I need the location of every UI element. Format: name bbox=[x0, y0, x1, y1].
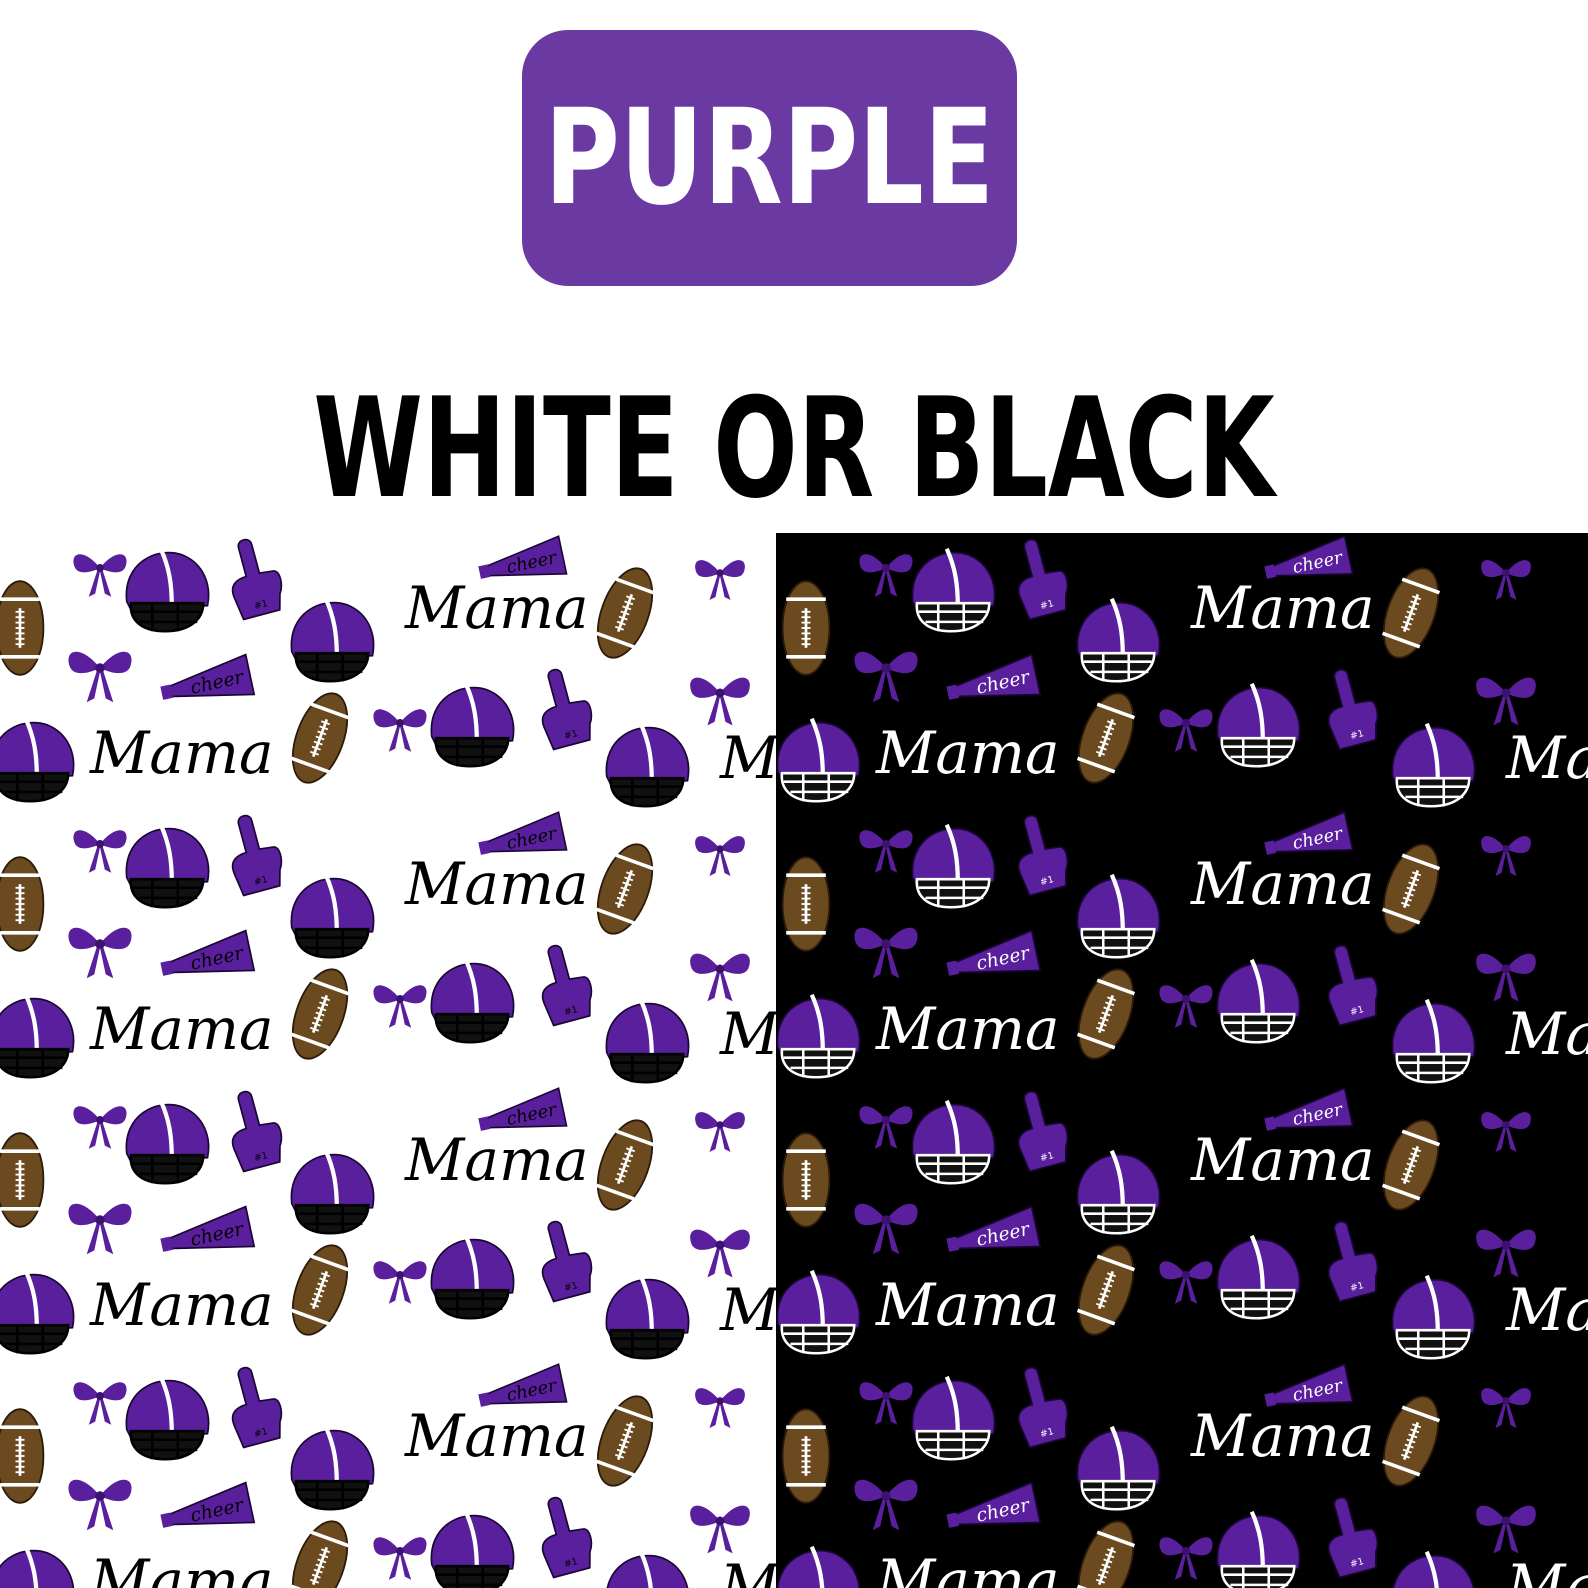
football-icon bbox=[0, 580, 45, 676]
white-pattern: #1MamacheerMama#1cheerMama#1MamacheerMam… bbox=[0, 533, 776, 1588]
football-icon bbox=[781, 580, 831, 676]
mama-word: Mama bbox=[875, 719, 1060, 787]
mama-word: Mama bbox=[1190, 1126, 1375, 1194]
mama-word: Mama bbox=[1505, 1276, 1588, 1344]
color-badge: PURPLE bbox=[522, 30, 1017, 286]
football-icon bbox=[781, 1132, 831, 1228]
mama-word: Mama bbox=[875, 995, 1060, 1063]
mama-word: Mama bbox=[719, 1000, 776, 1068]
black-pattern: #1MamacheerMama#1cheerMama#1MamacheerMam… bbox=[776, 533, 1588, 1588]
football-icon bbox=[781, 856, 831, 952]
mama-word: Mama bbox=[1190, 574, 1375, 642]
mama-word: Mama bbox=[404, 1402, 589, 1470]
mama-word: Mama bbox=[1505, 1552, 1588, 1588]
mama-word: Mama bbox=[719, 724, 776, 792]
mama-word: Mama bbox=[719, 1276, 776, 1344]
mama-word: Mama bbox=[1505, 1000, 1588, 1068]
football-icon bbox=[0, 1408, 45, 1504]
mama-word: Mama bbox=[875, 1547, 1060, 1588]
mama-word: Mama bbox=[89, 995, 274, 1063]
white-fabric-swatch: #1MamacheerMama#1cheerMama#1MamacheerMam… bbox=[0, 533, 776, 1588]
mama-word: Mama bbox=[89, 719, 274, 787]
black-fabric-swatch: #1MamacheerMama#1cheerMama#1MamacheerMam… bbox=[776, 533, 1588, 1588]
mama-word: Mama bbox=[1190, 850, 1375, 918]
mama-word: Mama bbox=[89, 1547, 274, 1588]
football-icon bbox=[781, 1408, 831, 1504]
mama-word: Mama bbox=[1190, 1402, 1375, 1470]
color-name: PURPLE bbox=[544, 81, 995, 235]
mama-word: Mama bbox=[1505, 724, 1588, 792]
mama-word: Mama bbox=[404, 1126, 589, 1194]
football-icon bbox=[0, 856, 45, 952]
mama-word: Mama bbox=[875, 1271, 1060, 1339]
mama-word: Mama bbox=[89, 1271, 274, 1339]
mama-word: Mama bbox=[404, 574, 589, 642]
mama-word: Mama bbox=[404, 850, 589, 918]
options-label: WHITE OR BLACK bbox=[313, 368, 1275, 529]
mama-word: Mama bbox=[719, 1552, 776, 1588]
football-icon bbox=[0, 1132, 45, 1228]
